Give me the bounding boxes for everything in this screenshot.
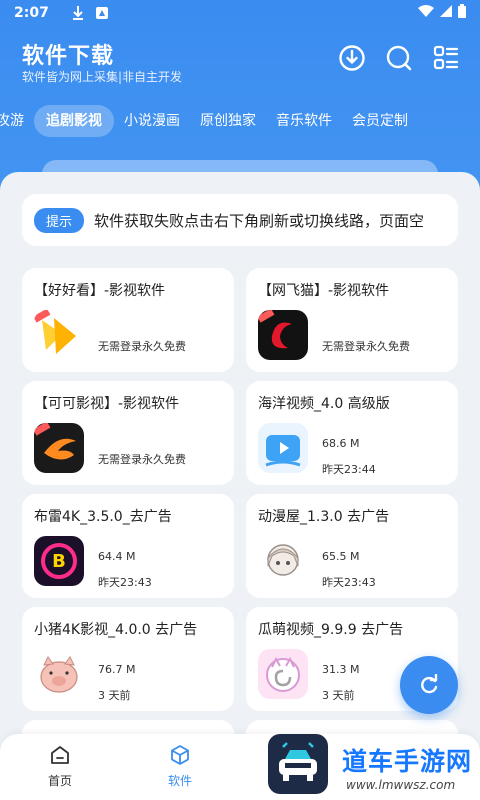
menu-icon[interactable]	[432, 44, 460, 72]
tab-games[interactable]: 攻游	[0, 105, 34, 137]
app-card[interactable]: 【好好看】-影视软件 无需登录永久免费	[22, 268, 234, 372]
battery-icon	[458, 4, 466, 22]
app-title: 【网飞猫】-影视软件	[258, 283, 390, 299]
app-title: 【好好看】-影视软件	[34, 283, 166, 299]
app-updated: 昨天23:44	[322, 463, 376, 476]
tab-music[interactable]: 音乐软件	[266, 105, 342, 137]
nav-software[interactable]: 软件	[150, 744, 210, 789]
guameng-app-icon	[258, 649, 308, 699]
tab-original[interactable]: 原创独家	[190, 105, 266, 137]
app-card[interactable]: 【网飞猫】-影视软件 无需登录永久免费	[246, 268, 458, 372]
app-free-label: 无需登录永久免费	[322, 340, 410, 353]
watermark-url: www.lmwwsz.com	[346, 778, 456, 792]
svg-text:B: B	[52, 551, 66, 572]
app-title: 布雷4K_3.5.0_去广告	[34, 509, 172, 525]
app-size: 31.3 M	[322, 663, 360, 676]
home-icon	[49, 744, 71, 766]
refresh-button[interactable]	[400, 656, 458, 714]
nav-home[interactable]: 首页	[30, 744, 90, 789]
signal-icon	[440, 5, 452, 21]
app-updated: 3 天前	[98, 689, 131, 702]
haiyang-app-icon	[258, 423, 308, 473]
app-title: 瓜萌视频_9.9.9 去广告	[258, 622, 404, 638]
app-size: 65.5 M	[322, 550, 360, 563]
category-tabs: 攻游 追剧影视 小说漫画 原创独家 音乐软件 会员定制	[0, 104, 480, 138]
app-updated: 昨天23:43	[98, 576, 152, 589]
bulei-app-icon: B	[34, 536, 84, 586]
nav-software-label: 软件	[167, 774, 192, 788]
app-card[interactable]: 海洋视频_4.0 高级版 68.6 M 昨天23:44	[246, 381, 458, 485]
app-card[interactable]: 布雷4K_3.5.0_去广告 B 64.4 M 昨天23:43	[22, 494, 234, 598]
app-size: 68.6 M	[322, 437, 360, 450]
watermark-logo	[268, 734, 328, 794]
watermark-text: 道车手游网	[342, 747, 473, 776]
notice-text: 软件获取失败点击右下角刷新或切换线路，页面空	[94, 211, 425, 230]
app-subtitle: 软件皆为网上采集|非自主开发	[22, 70, 183, 84]
wangfeimao-app-icon	[258, 310, 308, 360]
xiaozhu-app-icon	[34, 649, 84, 699]
haohaokan-app-icon	[34, 310, 84, 360]
app-card[interactable]: 小猪4K影视_4.0.0 去广告 76.7 M 3 天前	[22, 607, 234, 711]
app-title: 小猪4K影视_4.0.0 去广告	[34, 622, 198, 638]
app-card[interactable]: 动漫屋_1.3.0 去广告 65.5 M 昨天23:43	[246, 494, 458, 598]
app-size: 64.4 M	[98, 550, 136, 563]
status-time: 2:07	[14, 5, 49, 21]
app-card[interactable]: 【可可影视】-影视软件 无需登录永久免费	[22, 381, 234, 485]
app-title: 动漫屋_1.3.0 去广告	[258, 509, 390, 525]
keke-app-icon	[34, 423, 84, 473]
wifi-icon	[418, 5, 434, 21]
tab-novels-comics[interactable]: 小说漫画	[114, 105, 190, 137]
app-title: 软件下载	[22, 44, 115, 69]
tab-vip[interactable]: 会员定制	[342, 105, 418, 137]
app-status-icon	[95, 6, 109, 20]
notice-bar: 提示 软件获取失败点击右下角刷新或切换线路，页面空	[22, 194, 458, 246]
tab-tv-series[interactable]: 追剧影视	[34, 105, 114, 137]
app-title: 【可可影视】-影视软件	[34, 396, 180, 412]
dongmanwu-app-icon	[258, 536, 308, 586]
download-icon[interactable]	[338, 44, 366, 72]
app-free-label: 无需登录永久免费	[98, 340, 186, 353]
cube-icon	[169, 744, 191, 766]
nav-home-label: 首页	[47, 774, 72, 788]
app-updated: 昨天23:43	[322, 576, 376, 589]
notice-badge: 提示	[34, 207, 85, 233]
app-size: 76.7 M	[98, 663, 136, 676]
app-free-label: 无需登录永久免费	[98, 453, 186, 466]
download-status-icon	[71, 6, 85, 20]
app-updated: 3 天前	[322, 689, 355, 702]
status-bar: 2:07	[0, 0, 480, 26]
search-icon[interactable]	[385, 44, 413, 72]
refresh-icon	[421, 674, 438, 694]
app-title: 海洋视频_4.0 高级版	[258, 396, 390, 412]
